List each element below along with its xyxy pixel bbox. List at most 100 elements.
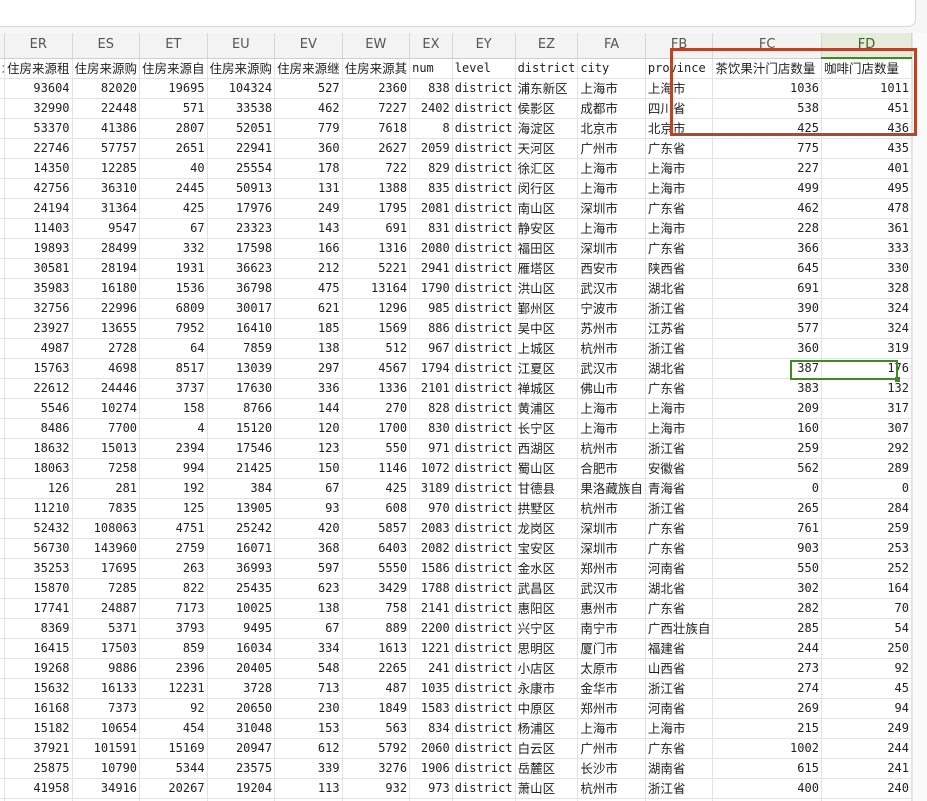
table-cell[interactable]: 6403 [342, 538, 411, 559]
table-cell[interactable]: 天河区 [515, 138, 579, 159]
table-cell[interactable]: 144 [274, 398, 343, 419]
table-cell[interactable]: 浙江省 [645, 338, 714, 359]
table-cell[interactable]: 上海市 [577, 178, 646, 199]
table-cell[interactable]: 249 [274, 198, 343, 219]
table-cell[interactable]: 1931 [139, 258, 208, 279]
table-cell[interactable]: 462 [274, 98, 343, 119]
table-cell[interactable]: 武汉市 [577, 578, 646, 599]
table-cell[interactable]: 775 [712, 138, 822, 159]
table-cell[interactable]: 8369 [4, 618, 73, 639]
table-cell[interactable]: 215 [712, 718, 822, 739]
table-cell[interactable]: 577 [712, 318, 822, 339]
column-header-fb[interactable]: FB [645, 33, 714, 59]
table-cell[interactable]: 269 [712, 698, 822, 719]
table-cell[interactable]: 上海市 [577, 218, 646, 239]
table-cell[interactable]: 34916 [72, 778, 141, 799]
table-cell[interactable]: 307 [821, 418, 912, 439]
table-cell[interactable]: 123 [274, 438, 343, 459]
table-cell[interactable]: 22612 [4, 378, 73, 399]
table-cell[interactable]: 67 [274, 478, 343, 499]
table-cell[interactable]: 5546 [4, 398, 73, 419]
table-cell[interactable]: 23575 [207, 758, 276, 779]
table-cell[interactable]: 上海市 [645, 398, 714, 419]
table-cell[interactable]: 2265 [342, 658, 411, 679]
table-cell[interactable]: district [452, 318, 516, 339]
table-cell[interactable]: 153 [274, 718, 343, 739]
field-name-cell[interactable]: num [409, 58, 453, 79]
table-cell[interactable]: 8 [409, 118, 453, 139]
table-cell[interactable]: 249 [821, 718, 912, 739]
table-cell[interactable]: 273 [712, 658, 822, 679]
table-cell[interactable]: 4751 [139, 518, 208, 539]
table-cell[interactable]: 25554 [207, 158, 276, 179]
table-cell[interactable]: 闵行区 [515, 178, 579, 199]
table-cell[interactable]: 131 [274, 178, 343, 199]
table-cell[interactable]: 15120 [207, 418, 276, 439]
table-cell[interactable]: 19268 [4, 658, 73, 679]
table-cell[interactable]: 17976 [207, 198, 276, 219]
table-cell[interactable]: 859 [139, 638, 208, 659]
table-cell[interactable]: 332 [139, 238, 208, 259]
table-cell[interactable]: district [452, 598, 516, 619]
table-cell[interactable]: district [452, 238, 516, 259]
table-cell[interactable]: 67 [274, 618, 343, 639]
table-cell[interactable]: 1336 [342, 378, 411, 399]
table-cell[interactable]: district [452, 498, 516, 519]
table-cell[interactable]: 3276 [342, 758, 411, 779]
table-cell[interactable]: 1011 [821, 78, 912, 99]
table-cell[interactable]: 319 [821, 338, 912, 359]
table-cell[interactable]: 259 [821, 518, 912, 539]
table-cell[interactable]: 3728 [207, 678, 276, 699]
table-cell[interactable]: 324 [821, 318, 912, 339]
table-cell[interactable]: 4698 [72, 358, 141, 379]
table-cell[interactable]: 282 [712, 598, 822, 619]
table-cell[interactable]: 302 [712, 578, 822, 599]
table-cell[interactable]: district [452, 758, 516, 779]
table-cell[interactable]: 527 [274, 78, 343, 99]
table-cell[interactable]: 563 [342, 718, 411, 739]
table-cell[interactable]: 7952 [139, 318, 208, 339]
table-cell[interactable]: 鄞州区 [515, 298, 579, 319]
field-name-cell[interactable]: 住房来源租 [4, 58, 73, 79]
field-name-cell[interactable]: 住房来源继 [274, 58, 343, 79]
table-cell[interactable]: 17503 [72, 638, 141, 659]
table-cell[interactable]: 15169 [139, 738, 208, 759]
column-header-ey[interactable]: EY [452, 33, 516, 59]
table-cell[interactable]: 779 [274, 118, 343, 139]
table-cell[interactable]: 20650 [207, 698, 276, 719]
table-cell[interactable]: 368 [274, 538, 343, 559]
table-cell[interactable]: 185 [274, 318, 343, 339]
table-cell[interactable]: 538 [712, 98, 822, 119]
column-header-eu[interactable]: EU [207, 33, 276, 59]
table-cell[interactable]: district [452, 278, 516, 299]
table-cell[interactable]: 713 [274, 678, 343, 699]
table-cell[interactable]: 7859 [207, 338, 276, 359]
table-cell[interactable]: 333 [821, 238, 912, 259]
table-cell[interactable]: 5792 [342, 738, 411, 759]
table-cell[interactable]: 550 [342, 438, 411, 459]
table-cell[interactable]: 10790 [72, 758, 141, 779]
table-cell[interactable]: 994 [139, 458, 208, 479]
table-cell[interactable]: 深圳市 [577, 518, 646, 539]
table-cell[interactable]: 548 [274, 658, 343, 679]
table-cell[interactable]: 深圳市 [577, 238, 646, 259]
table-cell[interactable]: 杨浦区 [515, 718, 579, 739]
table-cell[interactable]: 328 [821, 278, 912, 299]
table-cell[interactable]: 7700 [72, 418, 141, 439]
table-cell[interactable]: 吴中区 [515, 318, 579, 339]
table-cell[interactable]: 22448 [72, 98, 141, 119]
table-cell[interactable]: 1072 [409, 458, 453, 479]
table-cell[interactable]: 478 [821, 198, 912, 219]
table-cell[interactable]: 岳麓区 [515, 758, 579, 779]
table-cell[interactable]: 36310 [72, 178, 141, 199]
table-cell[interactable]: 615 [712, 758, 822, 779]
table-cell[interactable]: 25875 [4, 758, 73, 779]
table-cell[interactable]: 11210 [4, 498, 73, 519]
vertical-scrollbar[interactable] [912, 33, 927, 801]
table-cell[interactable]: 2082 [409, 538, 453, 559]
table-cell[interactable]: 24446 [72, 378, 141, 399]
field-name-cell[interactable]: 住房来源自 [139, 58, 208, 79]
table-cell[interactable]: 11403 [4, 218, 73, 239]
table-cell[interactable]: 691 [712, 278, 822, 299]
table-cell[interactable]: 722 [342, 158, 411, 179]
